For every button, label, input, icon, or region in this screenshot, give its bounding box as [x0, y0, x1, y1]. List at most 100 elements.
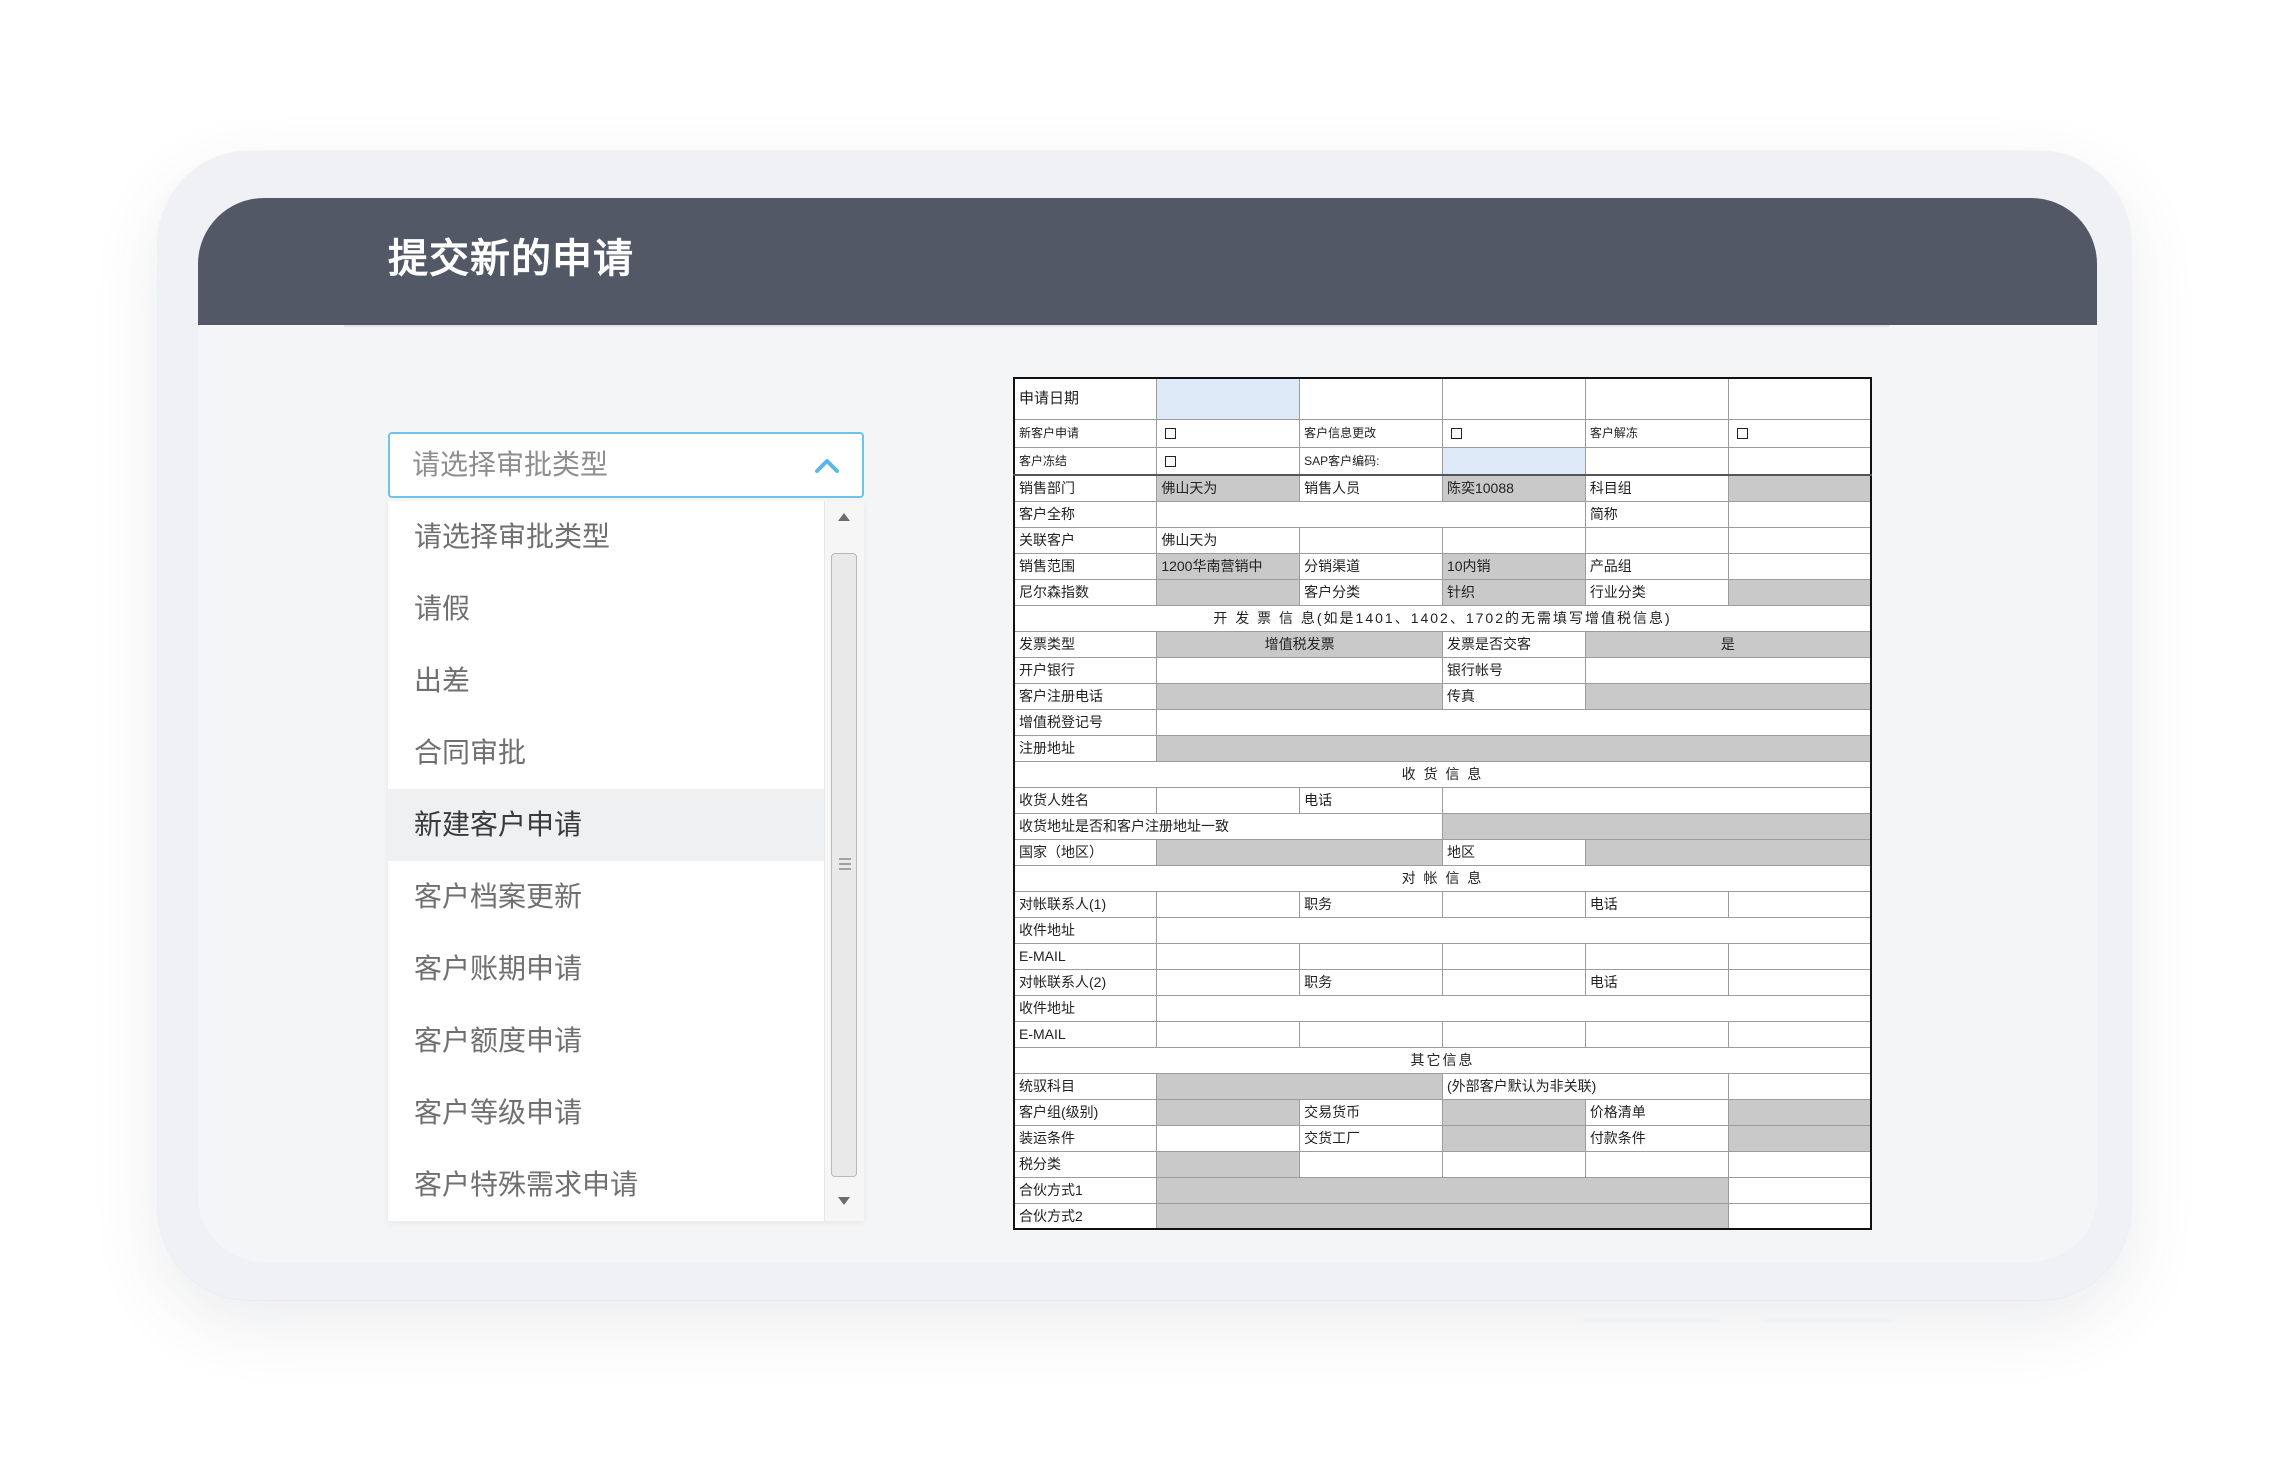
form-cell [1727, 552, 1872, 580]
scroll-up-arrow-icon[interactable] [825, 501, 864, 537]
form-cell [1156, 682, 1443, 710]
form-label: 传真 [1441, 682, 1586, 710]
form-value: 1200华南营销中 [1156, 552, 1301, 580]
chevron-up-icon[interactable] [814, 456, 840, 474]
form-cell [1584, 446, 1729, 476]
form-label: 尼尔森指数 [1013, 578, 1158, 606]
form-note: (外部客户默认为非关联) [1441, 1072, 1729, 1100]
form-cell [1156, 968, 1301, 996]
scroll-down-arrow-icon[interactable] [825, 1185, 864, 1221]
dropdown-option[interactable]: 出差 [388, 645, 824, 717]
scrollbar-thumb[interactable] [831, 553, 857, 1177]
form-row: 销售范围 1200华南营销中 分销渠道 10内销 产品组 [1013, 552, 1872, 580]
form-section-title: 对 帐 信 息 [1013, 864, 1872, 892]
form-cell [1441, 890, 1586, 918]
dropdown-option[interactable]: 客户档案更新 [388, 861, 824, 933]
form-cell [1584, 656, 1872, 684]
form-label: E-MAIL [1013, 942, 1158, 970]
form-label: 银行帐号 [1441, 656, 1586, 684]
form-row: 尼尔森指数 客户分类 针织 行业分类 [1013, 578, 1872, 606]
dropdown-option-highlighted[interactable]: 新建客户申请 [388, 789, 824, 861]
form-cell [1441, 377, 1586, 420]
form-label: 客户信息更改 [1299, 418, 1443, 448]
form-value: 增值税发票 [1156, 630, 1443, 658]
form-label: 新客户申请 [1013, 418, 1158, 448]
form-label: 付款条件 [1584, 1124, 1729, 1152]
form-cell [1299, 377, 1443, 420]
form-label: 科目组 [1584, 474, 1729, 502]
dropdown-scrollbar[interactable] [824, 501, 864, 1221]
form-cell [1727, 446, 1872, 476]
form-section-title: 收 货 信 息 [1013, 760, 1872, 788]
dropdown-option[interactable]: 合同审批 [388, 717, 824, 789]
form-cell [1584, 526, 1729, 554]
form-cell [1584, 1020, 1729, 1048]
form-row: 发票类型 增值税发票 发票是否交客 是 [1013, 630, 1872, 658]
checkbox-icon [1736, 428, 1748, 440]
form-cell [1727, 1202, 1872, 1230]
form-label: 发票类型 [1013, 630, 1158, 658]
dropdown-option[interactable]: 客户账期申请 [388, 933, 824, 1005]
form-row: 客户组(级别) 交易货币 价格清单 [1013, 1098, 1872, 1126]
form-cell [1156, 1202, 1729, 1230]
dropdown-option[interactable]: 请假 [388, 573, 824, 645]
form-cell [1156, 734, 1872, 762]
form-cell [1156, 418, 1301, 448]
form-row: 收货人姓名 电话 [1013, 786, 1872, 814]
form-row: 关联客户 佛山天为 [1013, 526, 1872, 554]
form-label: 行业分类 [1584, 578, 1729, 606]
form-cell [1156, 916, 1872, 944]
form-cell [1156, 838, 1443, 866]
form-cell [1727, 1020, 1872, 1048]
form-row: 合伙方式1 [1013, 1176, 1872, 1204]
form-label: 电话 [1584, 968, 1729, 996]
dropdown-option[interactable]: 客户额度申请 [388, 1005, 824, 1077]
form-cell [1156, 786, 1301, 814]
dropdown-option[interactable]: 客户等级申请 [388, 1077, 824, 1149]
form-label: 地区 [1441, 838, 1586, 866]
form-cell [1441, 786, 1872, 814]
page-title: 提交新的申请 [388, 237, 634, 281]
approval-type-select[interactable]: 请选择审批类型 [388, 432, 864, 498]
form-cell [1441, 1020, 1586, 1048]
form-row: 客户注册电话 传真 [1013, 682, 1872, 710]
form-cell [1156, 1020, 1301, 1048]
form-label: 装运条件 [1013, 1124, 1158, 1152]
form-cell [1156, 578, 1301, 606]
form-label: E-MAIL [1013, 1020, 1158, 1048]
dropdown-option[interactable]: 客户特殊需求申请 [388, 1149, 824, 1221]
app-screen: 提交新的申请 请选择审批类型 请选择审批类型 请假 出差 合同审批 新建客户申请… [198, 198, 2097, 1262]
form-section-title: 开 发 票 信 息(如是1401、1402、1702的无需填写增值税信息) [1013, 604, 1872, 632]
form-cell [1156, 1176, 1729, 1204]
checkbox-icon [1450, 428, 1462, 440]
form-cell [1727, 942, 1872, 970]
form-label: 交货工厂 [1299, 1124, 1443, 1152]
form-label: 关联客户 [1013, 526, 1158, 554]
form-row: 国家（地区） 地区 [1013, 838, 1872, 866]
form-value: 针织 [1441, 578, 1586, 606]
form-cell [1727, 418, 1872, 448]
sap-code-cell [1441, 446, 1586, 476]
form-cell [1441, 526, 1586, 554]
form-value: 佛山天为 [1156, 474, 1301, 502]
form-value: 是 [1584, 630, 1872, 658]
form-label: 对帐联系人(2) [1013, 968, 1158, 996]
form-row: 销售部门 佛山天为 销售人员 陈奕10088 科目组 [1013, 474, 1872, 502]
form-label: 客户冻结 [1013, 446, 1158, 476]
form-row: 申请日期 [1013, 377, 1872, 420]
scroll-grip-icon [839, 858, 851, 870]
form-row: 收件地址 [1013, 994, 1872, 1022]
form-row: 开 发 票 信 息(如是1401、1402、1702的无需填写增值税信息) [1013, 604, 1872, 632]
form-label: 电话 [1584, 890, 1729, 918]
form-label: 收件地址 [1013, 994, 1158, 1022]
form-cell [1441, 1150, 1586, 1178]
form-row: E-MAIL [1013, 942, 1872, 970]
form-cell [1727, 474, 1872, 502]
dropdown-option[interactable]: 请选择审批类型 [388, 501, 824, 573]
form-cell [1441, 1098, 1586, 1126]
form-label: 收货地址是否和客户注册地址一致 [1013, 812, 1443, 840]
dropdown-options: 请选择审批类型 请假 出差 合同审批 新建客户申请 客户档案更新 客户账期申请 … [388, 501, 824, 1221]
form-label: 对帐联系人(1) [1013, 890, 1158, 918]
form-label: 发票是否交客 [1441, 630, 1586, 658]
checkbox-icon [1165, 456, 1177, 468]
